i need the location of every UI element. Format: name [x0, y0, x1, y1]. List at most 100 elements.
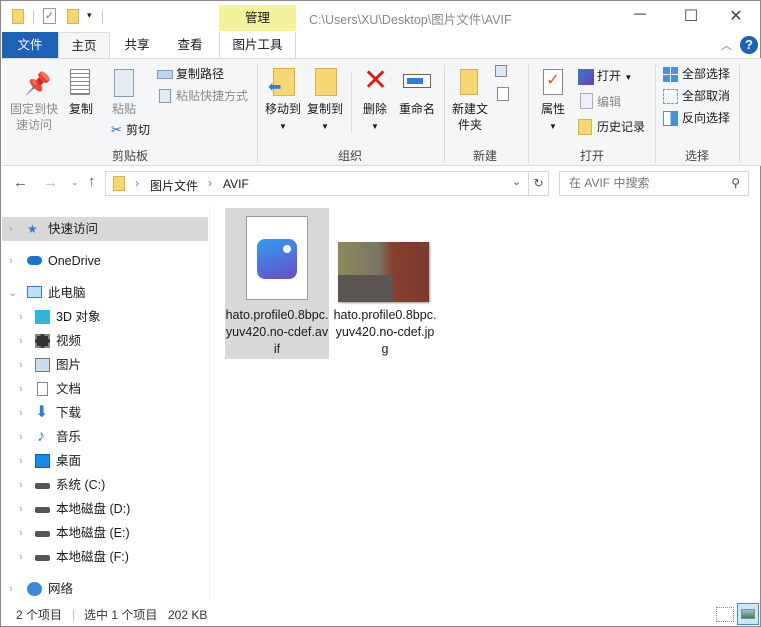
folder-icon: [113, 176, 125, 191]
new-folder-qat-icon[interactable]: [67, 9, 79, 24]
history-button[interactable]: 历史记录: [597, 119, 645, 135]
nav-item-pictures[interactable]: › 图片: [2, 353, 208, 377]
rename-button[interactable]: 重命名: [397, 101, 437, 117]
nav-label: OneDrive: [48, 254, 101, 268]
open-label: 打开: [597, 69, 622, 83]
organize-group-label: 组织: [337, 149, 362, 163]
collapse-ribbon-icon[interactable]: ︿: [721, 37, 732, 53]
nav-item-music[interactable]: › ♪ 音乐: [2, 425, 208, 449]
nav-item-quick-access[interactable]: › ★ 快速访问: [2, 217, 208, 241]
clipboard-group-label: 剪贴板: [111, 149, 148, 163]
tab-view[interactable]: 查看: [164, 32, 216, 58]
customize-qat-icon[interactable]: ▾: [87, 10, 92, 21]
delete-button[interactable]: 删除 ▼: [360, 101, 390, 135]
nav-item-this-pc[interactable]: ⌄ 此电脑: [2, 281, 208, 305]
folder-icon[interactable]: [12, 9, 24, 24]
chevron-right-icon: ›: [135, 176, 139, 190]
properties-qat-icon[interactable]: ✓: [43, 8, 56, 24]
chevron-down-icon[interactable]: ⌄: [512, 175, 521, 188]
nav-item-videos[interactable]: › 视频: [2, 329, 208, 353]
selected-size: 202 KB: [168, 608, 208, 622]
item-count: 2 个项目: [16, 608, 63, 622]
nav-item-downloads[interactable]: › ⬇ 下载: [2, 401, 208, 425]
pin-icon: 📌: [24, 71, 52, 96]
nav-label: 系统 (C:): [56, 478, 106, 492]
large-icons-view-button[interactable]: [737, 603, 759, 625]
refresh-button[interactable]: ↻: [529, 171, 549, 196]
copy-to-label: 复制到: [306, 102, 343, 116]
tab-home[interactable]: 主页: [58, 32, 110, 59]
photos-app-icon: [257, 239, 297, 279]
divider: [351, 73, 352, 133]
rename-icon: [403, 74, 431, 88]
minimize-button[interactable]: ─: [625, 6, 655, 24]
select-all-button[interactable]: 全部选择: [682, 66, 730, 82]
search-placeholder: 在 AVIF 中搜索: [569, 176, 650, 190]
details-view-button[interactable]: [716, 607, 734, 622]
nav-item-drive-c[interactable]: › 系统 (C:): [2, 473, 208, 497]
nav-item-drive-e[interactable]: › 本地磁盘 (E:): [2, 521, 208, 545]
nav-item-network[interactable]: › 网络: [2, 577, 208, 601]
properties-icon: ✓: [543, 69, 563, 95]
breadcrumb-item[interactable]: 图片文件: [150, 177, 198, 194]
nav-item-desktop[interactable]: › 桌面: [2, 449, 208, 473]
invert-selection-button[interactable]: 反向选择: [682, 110, 730, 126]
open-icon: [578, 69, 594, 85]
address-bar[interactable]: › 图片文件 › AVIF ⌄: [105, 171, 529, 196]
window-title: C:\Users\XU\Desktop\图片文件\AVIF: [309, 13, 512, 27]
new-folder-button[interactable]: 新建文件夹: [448, 101, 492, 133]
delete-label: 删除: [362, 102, 387, 116]
maximize-button[interactable]: ☐: [676, 6, 706, 26]
move-to-button[interactable]: 移动到 ▼: [262, 101, 304, 135]
search-icon: ⚲: [731, 176, 740, 190]
paste-shortcut-icon: [159, 89, 171, 103]
copy-icon: [70, 69, 90, 95]
nav-label: 网络: [48, 582, 74, 596]
file-item-jpg[interactable]: hato.profile0.8bpc.yuv420.no-cdef.jpg: [333, 208, 437, 359]
nav-label: 本地磁盘 (E:): [56, 526, 130, 540]
paste-shortcut-button[interactable]: 粘贴快捷方式: [176, 88, 248, 104]
tab-picture-tools[interactable]: 图片工具: [219, 32, 296, 58]
pane-divider[interactable]: [209, 206, 210, 601]
tab-manage[interactable]: 管理: [219, 5, 296, 31]
divider: [655, 65, 656, 163]
divider: [739, 65, 740, 163]
tab-file[interactable]: 文件: [2, 32, 58, 58]
open-button[interactable]: 打开 ▼: [597, 68, 632, 86]
navigation-pane: › ★ 快速访问 › OneDrive ⌄ 此电脑 › 3D 对象 › 视频 › 图片 › 文档…: [1, 206, 208, 601]
properties-button[interactable]: 属性 ▼: [537, 101, 569, 135]
nav-label: 图片: [56, 358, 82, 372]
nav-item-drive-d[interactable]: › 本地磁盘 (D:): [2, 497, 208, 521]
pin-quick-access-button[interactable]: 固定到快速访问: [6, 101, 62, 133]
file-name: hato.profile0.8bpc.yuv420.no-cdef.jpg: [333, 308, 437, 356]
easy-access-icon[interactable]: [497, 87, 509, 101]
forward-button[interactable]: →: [43, 174, 58, 191]
copy-to-button[interactable]: 复制到 ▼: [304, 101, 346, 135]
nav-label: 下载: [56, 406, 82, 420]
nav-item-drive-f[interactable]: › 本地磁盘 (F:): [2, 545, 208, 569]
copy-path-button[interactable]: 复制路径: [176, 66, 224, 82]
back-button[interactable]: ←: [13, 174, 28, 191]
image-thumbnail: [338, 242, 429, 302]
properties-label: 属性: [540, 102, 565, 116]
help-icon[interactable]: ?: [740, 36, 758, 54]
selected-count: 选中 1 个项目: [84, 608, 158, 622]
file-item-avif[interactable]: hato.profile0.8bpc.yuv420.no-cdef.avif: [225, 208, 329, 359]
close-button[interactable]: ✕: [721, 6, 751, 26]
up-button[interactable]: ↑: [88, 173, 96, 190]
paste-button[interactable]: 粘贴: [108, 101, 140, 117]
cut-button[interactable]: 剪切: [126, 122, 150, 138]
recent-locations-button[interactable]: ⌄: [71, 177, 79, 188]
ribbon: 📌 固定到快速访问 复制 粘贴 ✂ 剪切 复制路径 粘贴快捷方式 剪贴板 ⬅ 移…: [2, 58, 761, 166]
nav-item-documents[interactable]: › 文档: [2, 377, 208, 401]
nav-item-3d-objects[interactable]: › 3D 对象: [2, 305, 208, 329]
breadcrumb-item[interactable]: AVIF: [223, 177, 249, 191]
nav-item-onedrive[interactable]: › OneDrive: [2, 249, 208, 273]
edit-icon: [580, 93, 593, 109]
edit-button[interactable]: 编辑: [597, 94, 621, 110]
copy-button[interactable]: 复制: [66, 101, 96, 117]
new-item-icon[interactable]: [495, 65, 507, 77]
select-none-button[interactable]: 全部取消: [682, 88, 730, 104]
tab-share[interactable]: 共享: [111, 32, 163, 58]
search-input[interactable]: 在 AVIF 中搜索 ⚲: [559, 171, 749, 196]
